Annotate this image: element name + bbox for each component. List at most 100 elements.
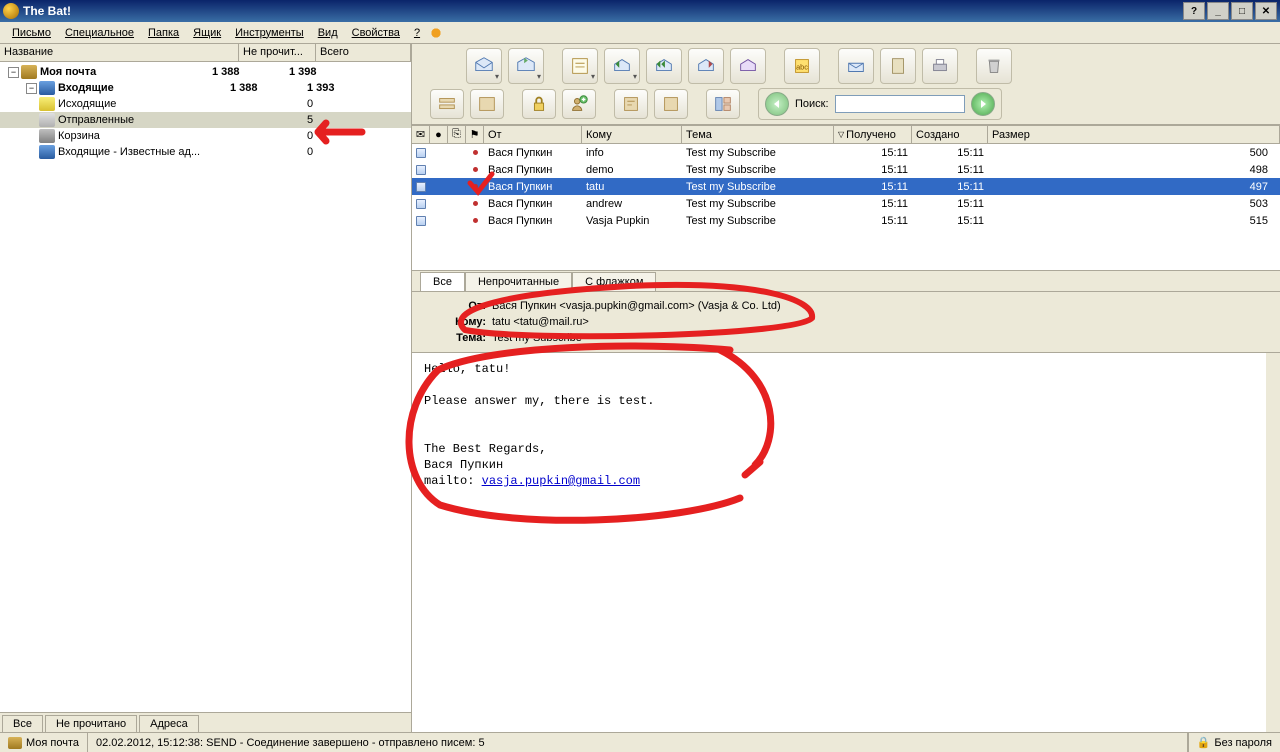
preview-header: От:Вася Пупкин <vasja.pupkin@gmail.com> … xyxy=(412,292,1280,353)
envelope-icon xyxy=(416,199,426,209)
layout-button[interactable] xyxy=(706,89,740,119)
address-book-button[interactable] xyxy=(880,48,916,84)
col-received[interactable]: ▽Получено xyxy=(834,126,912,143)
menu-tools[interactable]: Инструменты xyxy=(229,25,310,41)
status-password: 🔒Без пароля xyxy=(1188,733,1280,752)
tab-addresses[interactable]: Адреса xyxy=(139,715,199,732)
message-row[interactable]: Вася ПупкинdemoTest my Subscribe15:1115:… xyxy=(412,161,1280,178)
search-back-button[interactable] xyxy=(765,92,789,116)
folder-Исходящие[interactable]: Исходящие0 xyxy=(0,96,411,112)
redirect-button[interactable] xyxy=(730,48,766,84)
folder-Входящие[interactable]: −Входящие1 3881 393 xyxy=(0,80,411,96)
msg-subject: Test my Subscribe xyxy=(682,163,834,177)
expand-toggle-icon[interactable]: − xyxy=(8,67,19,78)
status-account: Моя почта xyxy=(0,733,88,752)
right-pane: ▾ ▾ ▾ ▾ abc xyxy=(412,44,1280,732)
lock-button[interactable] xyxy=(522,89,556,119)
msg-from: Вася Пупкин xyxy=(484,163,582,177)
col-name[interactable]: Название xyxy=(0,44,239,61)
send-mail-button[interactable]: ▾ xyxy=(508,48,544,84)
folder-icon xyxy=(39,81,55,95)
folder-Входящие---Известные-ад...[interactable]: Входящие - Известные ад...0 xyxy=(0,144,411,160)
mark-read-button[interactable] xyxy=(838,48,874,84)
spellcheck-button[interactable]: abc xyxy=(784,48,820,84)
reply-all-button[interactable] xyxy=(646,48,682,84)
col-attachment-icon[interactable]: ⎘ xyxy=(448,126,466,143)
view-messages-button[interactable] xyxy=(430,89,464,119)
svg-text:abc: abc xyxy=(796,63,808,72)
col-subject[interactable]: Тема xyxy=(682,126,834,143)
filter-tab-unread[interactable]: Непрочитанные xyxy=(465,272,572,291)
minimize-button[interactable]: _ xyxy=(1207,2,1229,20)
search-go-button[interactable] xyxy=(971,92,995,116)
help-window-button[interactable]: ? xyxy=(1183,2,1205,20)
sort-button[interactable] xyxy=(654,89,688,119)
message-row[interactable]: Вася ПупкинinfoTest my Subscribe15:1115:… xyxy=(412,144,1280,161)
folder-Моя-почта[interactable]: −Моя почта1 3881 398 xyxy=(0,64,411,80)
to-label: Кому: xyxy=(442,314,486,330)
filter-tab-flagged[interactable]: С флажком xyxy=(572,272,656,291)
col-size[interactable]: Размер xyxy=(988,126,1280,143)
left-bottom-tabs: Все Не прочитано Адреса xyxy=(0,712,411,732)
tab-all[interactable]: Все xyxy=(2,715,43,732)
receive-mail-button[interactable]: ▾ xyxy=(466,48,502,84)
toolbar-area: ▾ ▾ ▾ ▾ abc xyxy=(412,44,1280,125)
body-line3: The Best Regards, xyxy=(424,441,1254,457)
maximize-button[interactable]: □ xyxy=(1231,2,1253,20)
message-row[interactable]: Вася ПупкинandrewTest my Subscribe15:111… xyxy=(412,195,1280,212)
body-email-link[interactable]: vasja.pupkin@gmail.com xyxy=(482,474,640,488)
msg-size: 515 xyxy=(988,214,1280,228)
status-dot-icon xyxy=(473,150,478,155)
close-button[interactable]: ✕ xyxy=(1255,2,1277,20)
menu-special[interactable]: Специальное xyxy=(59,25,140,41)
col-total[interactable]: Всего xyxy=(316,44,411,61)
col-flag-icon[interactable]: ⚑ xyxy=(466,126,484,143)
preview-body[interactable]: Hello, tatu! Please answer my, there is … xyxy=(412,353,1280,732)
filter-tab-all[interactable]: Все xyxy=(420,272,465,291)
col-to[interactable]: Кому xyxy=(582,126,682,143)
folder-Отправленные[interactable]: Отправленные5 xyxy=(0,112,411,128)
message-row[interactable]: Вася ПупкинVasja PupkinTest my Subscribe… xyxy=(412,212,1280,229)
new-message-button[interactable]: ▾ xyxy=(562,48,598,84)
msg-from: Вася Пупкин xyxy=(484,197,582,211)
from-label: От: xyxy=(442,298,486,314)
search-input[interactable] xyxy=(835,95,965,113)
folder-Корзина[interactable]: Корзина0 xyxy=(0,128,411,144)
view-headers-button[interactable] xyxy=(470,89,504,119)
message-row[interactable]: Вася ПупкинtatuTest my Subscribe15:1115:… xyxy=(412,178,1280,195)
total-count: 5 xyxy=(305,114,397,126)
filter-button[interactable] xyxy=(614,89,648,119)
menu-account[interactable]: Ящик xyxy=(187,25,227,41)
menu-help[interactable]: ? xyxy=(408,25,426,41)
reply-button[interactable]: ▾ xyxy=(604,48,640,84)
body-line2: Please answer my, there is test. xyxy=(424,393,1254,409)
add-contact-button[interactable] xyxy=(562,89,596,119)
delete-button[interactable] xyxy=(976,48,1012,84)
subject-label: Тема: xyxy=(442,330,486,346)
menu-bar: Письмо Специальное Папка Ящик Инструмент… xyxy=(0,22,1280,44)
menu-folder[interactable]: Папка xyxy=(142,25,185,41)
col-envelope-icon[interactable]: ✉ xyxy=(412,126,430,143)
col-from[interactable]: От xyxy=(484,126,582,143)
expand-toggle-icon[interactable]: − xyxy=(26,83,37,94)
gear-icon[interactable] xyxy=(428,25,444,41)
msg-subject: Test my Subscribe xyxy=(682,214,834,228)
tab-unread[interactable]: Не прочитано xyxy=(45,715,137,732)
total-count: 0 xyxy=(305,130,397,142)
msg-to: tatu xyxy=(582,180,682,194)
col-status-icon[interactable]: ● xyxy=(430,126,448,143)
print-button[interactable] xyxy=(922,48,958,84)
window-title: The Bat! xyxy=(23,4,71,18)
col-unread[interactable]: Не прочит... xyxy=(239,44,316,61)
envelope-icon xyxy=(416,165,426,175)
forward-button[interactable] xyxy=(688,48,724,84)
menu-properties[interactable]: Свойства xyxy=(346,25,406,41)
menu-view[interactable]: Вид xyxy=(312,25,344,41)
status-bar: Моя почта 02.02.2012, 15:12:38: SEND - С… xyxy=(0,732,1280,752)
status-dot-icon xyxy=(473,167,478,172)
col-created[interactable]: Создано xyxy=(912,126,988,143)
body-line4: Вася Пупкин xyxy=(424,457,1254,473)
msg-created: 15:11 xyxy=(912,163,988,177)
msg-created: 15:11 xyxy=(912,180,988,194)
menu-mail[interactable]: Письмо xyxy=(6,25,57,41)
